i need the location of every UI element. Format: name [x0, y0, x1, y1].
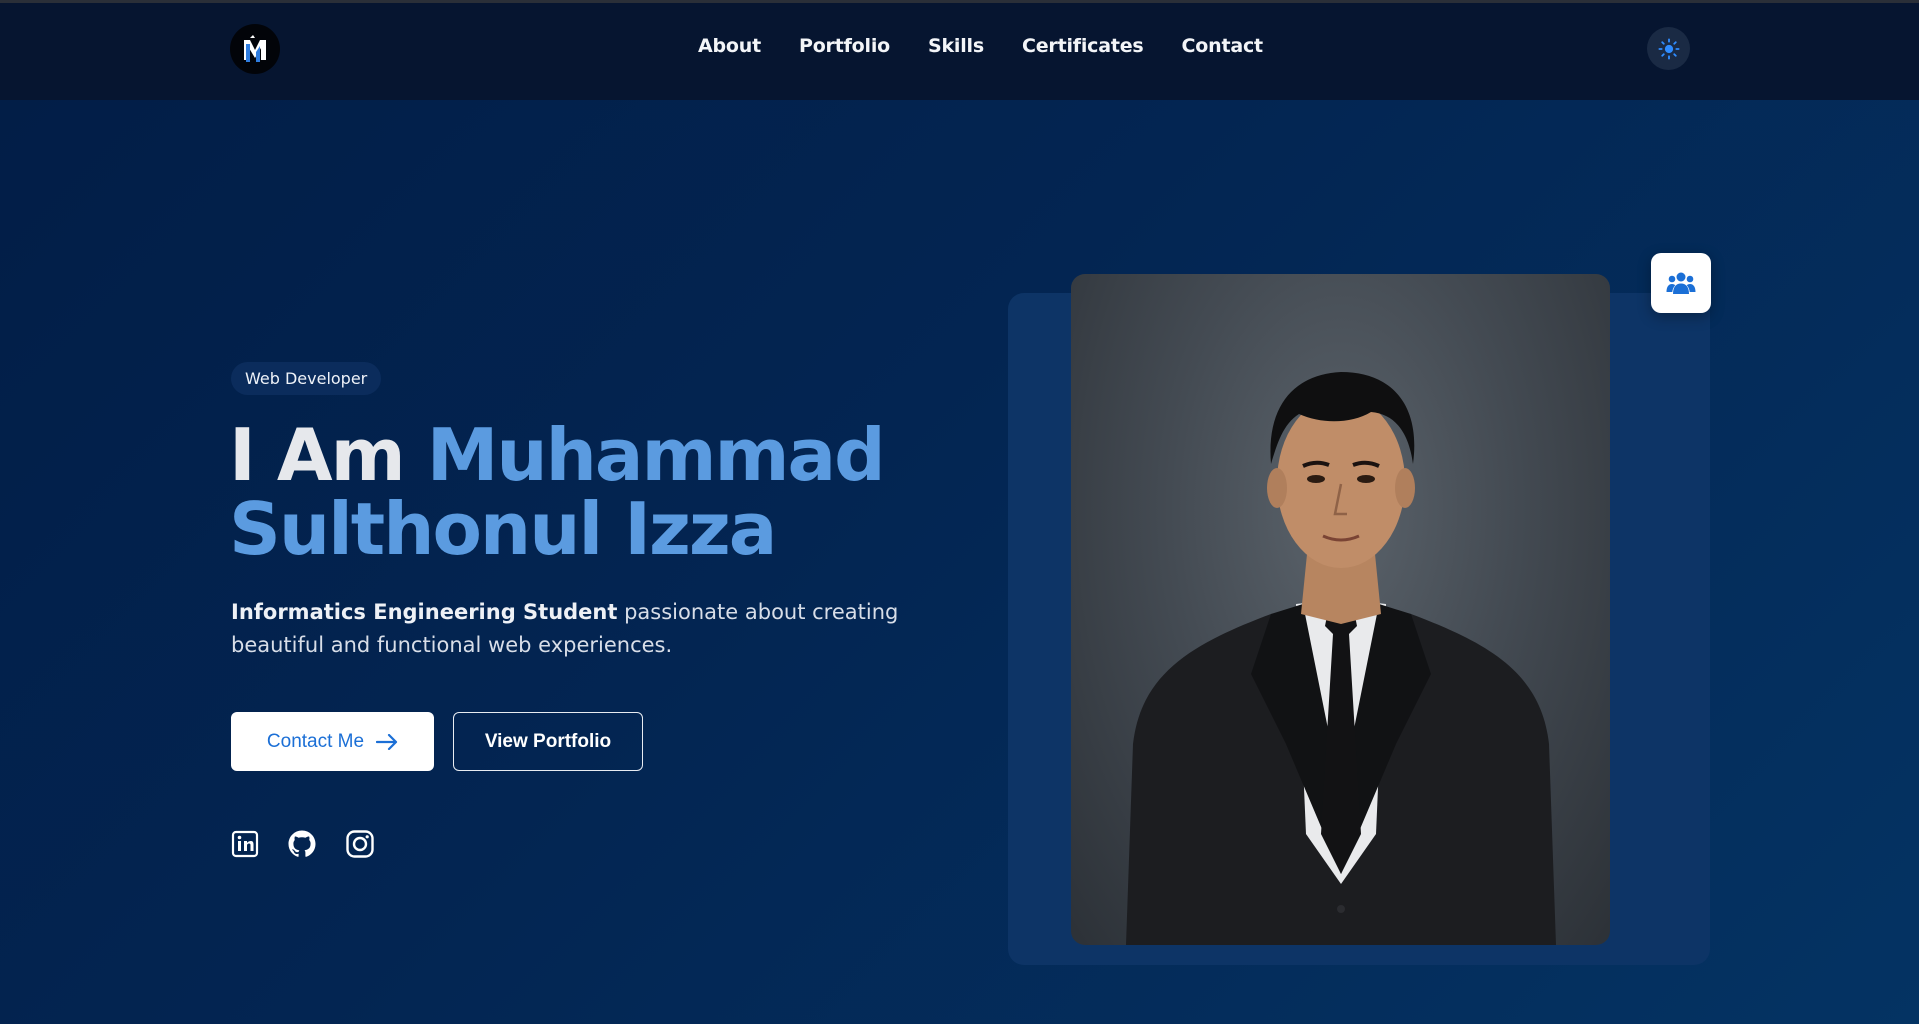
role-badge: Web Developer	[231, 362, 382, 395]
nav-link-certificates[interactable]: Certificates	[1022, 35, 1144, 57]
description-highlight: Informatics Engineering Student	[231, 600, 618, 624]
instagram-icon[interactable]	[344, 828, 376, 860]
users-badge-card	[1651, 253, 1711, 313]
navbar: About Portfolio Skills Certificates Cont…	[0, 3, 1919, 100]
page: About Portfolio Skills Certificates Cont…	[0, 0, 1919, 1024]
headline-name-last: Sulthonul Izza	[229, 487, 777, 571]
github-icon[interactable]	[286, 828, 318, 860]
logo-mark-icon	[244, 35, 266, 62]
hero-description: Informatics Engineering Student passiona…	[231, 596, 911, 662]
nav-links: About Portfolio Skills Certificates Cont…	[698, 35, 1301, 57]
users-icon	[1666, 272, 1696, 294]
linkedin-icon[interactable]	[229, 828, 261, 860]
view-portfolio-button[interactable]: View Portfolio	[453, 712, 643, 771]
site-logo[interactable]	[230, 24, 280, 74]
portrait-illustration	[1126, 372, 1556, 945]
profile-photo	[1071, 274, 1610, 945]
sun-icon	[1657, 37, 1680, 60]
nav-link-about[interactable]: About	[698, 35, 761, 57]
theme-toggle-button[interactable]	[1647, 27, 1690, 70]
contact-me-label: Contact Me	[266, 730, 365, 752]
nav-link-contact[interactable]: Contact	[1182, 35, 1264, 57]
nav-link-portfolio[interactable]: Portfolio	[799, 35, 890, 57]
headline-name-first: Muhammad	[426, 413, 886, 497]
contact-me-button[interactable]: Contact Me	[231, 712, 434, 771]
hero-headline: I Am Muhammad Sulthonul Izza	[229, 418, 949, 566]
nav-link-skills[interactable]: Skills	[928, 35, 984, 57]
arrow-right-icon	[376, 733, 398, 750]
view-portfolio-label: View Portfolio	[484, 730, 612, 752]
headline-prefix: I Am	[229, 413, 406, 497]
